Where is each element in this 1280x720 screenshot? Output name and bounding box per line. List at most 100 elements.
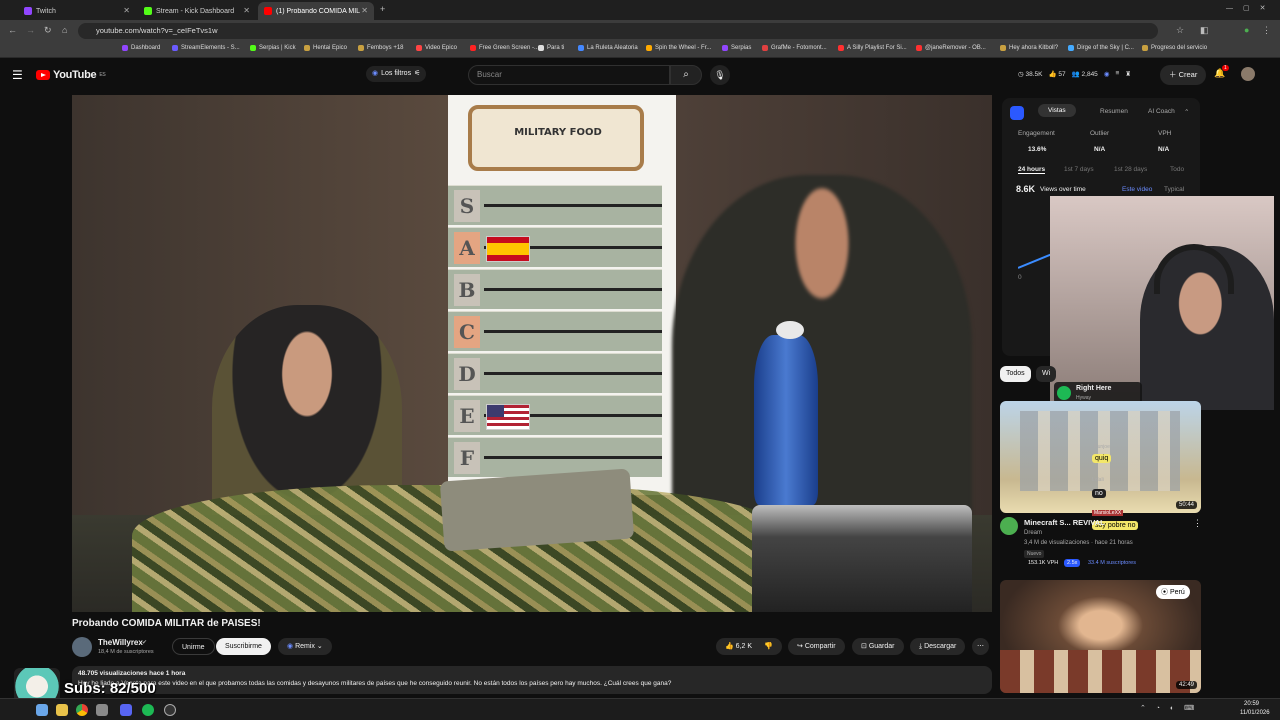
bookmark-item[interactable]: Dirge of the Sky | C... xyxy=(1068,45,1134,51)
discord-icon[interactable] xyxy=(120,704,132,716)
more-options-icon[interactable]: ⋮ xyxy=(1193,518,1202,529)
bookmark-item[interactable]: La Ruleta Aleatoria xyxy=(578,45,638,51)
bookmark-item[interactable]: Hentai Epico xyxy=(304,45,347,51)
bookmark-item[interactable]: Progreso del servicio xyxy=(1142,45,1207,51)
related-video-title[interactable]: Minecraft S... REVIVAL xyxy=(1024,518,1190,527)
bookmark-item[interactable]: GrafMe - Fotomont... xyxy=(762,45,827,51)
close-tab-icon[interactable]: ✕ xyxy=(243,6,250,15)
list-icon[interactable]: ≡ xyxy=(1115,70,1119,78)
search-button[interactable]: ⌕ xyxy=(670,65,702,85)
vidiq-icon[interactable]: ◉ xyxy=(1104,70,1110,78)
bookmark-item[interactable]: Serpias xyxy=(722,45,751,51)
download-button[interactable]: ⤓ Descargar xyxy=(910,638,966,655)
back-icon[interactable]: ← xyxy=(8,25,17,35)
related-video-thumbnail[interactable]: ⦿ Perú 42:49 xyxy=(1000,580,1201,693)
bookmark-item[interactable]: Femboys +18 xyxy=(358,45,404,51)
spotify-icon[interactable] xyxy=(142,704,154,716)
window-controls-icon[interactable]: —▢✕ xyxy=(1226,4,1275,12)
forward-icon[interactable]: → xyxy=(26,25,35,35)
related-channel[interactable]: Dream xyxy=(1024,530,1042,536)
reload-icon[interactable]: ↻ xyxy=(44,25,52,36)
new-tab-icon[interactable]: + xyxy=(380,4,385,14)
subscribe-button[interactable]: Suscribirme xyxy=(216,638,271,655)
range-all[interactable]: Todo xyxy=(1170,166,1184,173)
water-bottle xyxy=(754,335,818,505)
browser-tab-twitch[interactable]: Twitch ✕ xyxy=(18,2,136,20)
browser-tab-youtube[interactable]: (1) Probando COMIDA MILITAR ✕ xyxy=(258,2,374,20)
close-tab-icon[interactable]: ✕ xyxy=(123,6,130,15)
url-field[interactable]: youtube.com/watch?v=_ceIFeTvs1w xyxy=(78,23,1158,39)
hamburger-icon[interactable]: ☰ xyxy=(12,68,23,82)
tab-vistas[interactable]: Vistas xyxy=(1038,104,1076,117)
clock-date[interactable]: 11/01/2026 xyxy=(1240,710,1270,716)
range-24h[interactable]: 24 hours xyxy=(1018,166,1046,174)
chat-message: no xyxy=(1092,489,1106,498)
profile-icon[interactable]: ● xyxy=(1244,25,1249,35)
tab-ai-coach[interactable]: AI Coach xyxy=(1148,108,1175,115)
bookmark-label: Serpias xyxy=(731,45,752,51)
bookmark-label: Video Epico xyxy=(425,45,457,51)
remix-button[interactable]: ◉ Remix ⌄ xyxy=(278,638,332,655)
chrome-icon[interactable] xyxy=(76,704,88,716)
tab-resumen[interactable]: Resumen xyxy=(1100,108,1128,115)
app-icon[interactable] xyxy=(96,704,108,716)
chip-wi[interactable]: Wi xyxy=(1036,366,1057,382)
channel-avatar[interactable] xyxy=(1000,517,1018,535)
save-button[interactable]: ⊡ Guardar xyxy=(852,638,904,655)
video-description[interactable]: 48.705 visualizaciones hace 1 hora Hoy h… xyxy=(72,666,992,694)
search-input[interactable]: Buscar xyxy=(468,65,670,85)
tier-row: D xyxy=(448,353,662,393)
bookmark-favicon-icon xyxy=(172,45,178,51)
youtube-logo[interactable]: YouTube ES xyxy=(36,69,106,81)
range-28d[interactable]: 1st 28 days xyxy=(1114,166,1147,173)
folder-icon[interactable] xyxy=(56,704,68,716)
bookmark-item[interactable]: Spin the Wheel - Fr... xyxy=(646,45,711,51)
star-icon[interactable]: ☆ xyxy=(1176,25,1184,36)
bookmark-item[interactable]: A Silly Playlist For Si... xyxy=(838,45,907,51)
browser-tab-strip: Twitch ✕ Stream - Kick Dashboard ✕ (1) P… xyxy=(0,0,1280,20)
channel-avatar[interactable] xyxy=(72,637,92,657)
bookmark-item[interactable]: Para ti xyxy=(538,45,564,51)
bookmark-label: Hentai Epico xyxy=(313,45,348,51)
share-button[interactable]: ↪ Compartir xyxy=(788,638,845,655)
home-icon[interactable]: ⌂ xyxy=(62,25,67,35)
tier-letter: B xyxy=(454,274,480,306)
bookmark-item[interactable]: Video Epico xyxy=(416,45,457,51)
search-icon: ⌕ xyxy=(683,69,689,80)
chip-todos[interactable]: Todos xyxy=(1000,366,1031,382)
voice-search-button[interactable]: 🎙 xyxy=(710,65,730,85)
bookmarks-bar: Dashboard StreamElements - S... Serpias | … xyxy=(0,42,1280,58)
like-button[interactable]: 👍 6,2 K 👎 xyxy=(716,638,782,655)
range-7d[interactable]: 1st 7 days xyxy=(1064,166,1094,173)
obs-icon[interactable] xyxy=(164,704,176,716)
thumbs-down-icon[interactable]: 👎 xyxy=(764,643,773,650)
filters-button[interactable]: ◉ Los filtros ⚟ xyxy=(366,66,427,82)
windows-start-icon[interactable] xyxy=(36,704,48,716)
bookmark-item[interactable]: @janeRemover - OB... xyxy=(916,45,986,51)
bookmark-item[interactable]: Free Green Screen -... xyxy=(470,45,539,51)
tab-title: Stream - Kick Dashboard xyxy=(156,7,235,15)
tier-row: A xyxy=(448,227,662,267)
channel-name[interactable]: TheWillyrex xyxy=(98,638,143,647)
system-tray-icons[interactable]: ⌃ ◔ ◐ ⌨ xyxy=(1140,704,1198,712)
join-button[interactable]: Unirme xyxy=(172,638,215,655)
extensions-icon[interactable]: ◧ xyxy=(1200,25,1209,36)
collapse-icon[interactable]: ⌃ xyxy=(1184,108,1189,116)
bookmark-item[interactable]: StreamElements - S... xyxy=(172,45,240,51)
bookmark-favicon-icon xyxy=(122,45,128,51)
views-over-time-dropdown[interactable]: Views over time xyxy=(1040,186,1086,193)
bookmark-item[interactable]: Hey ahora Kitboll? xyxy=(1000,45,1058,51)
video-player[interactable]: MILITARY FOOD SABCDEF xyxy=(72,95,992,612)
bookmark-item[interactable]: Dashboard xyxy=(122,45,160,51)
views-stat: ◷ 38.5K xyxy=(1018,71,1043,78)
menu-icon[interactable]: ⋮ xyxy=(1262,25,1271,36)
close-tab-icon[interactable]: ✕ xyxy=(361,6,368,15)
more-actions-button[interactable]: ⋯ xyxy=(972,638,989,655)
account-avatar[interactable] xyxy=(1241,67,1255,81)
clock-time[interactable]: 20:59 xyxy=(1244,701,1259,707)
bookmark-item[interactable]: Serpias | Kick xyxy=(250,45,296,51)
trophy-icon[interactable]: ♜ xyxy=(1125,70,1131,78)
create-button[interactable]: ＋ Crear xyxy=(1160,65,1207,85)
browser-tab-kick[interactable]: Stream - Kick Dashboard ✕ xyxy=(138,2,256,20)
bookmark-favicon-icon xyxy=(304,45,310,51)
